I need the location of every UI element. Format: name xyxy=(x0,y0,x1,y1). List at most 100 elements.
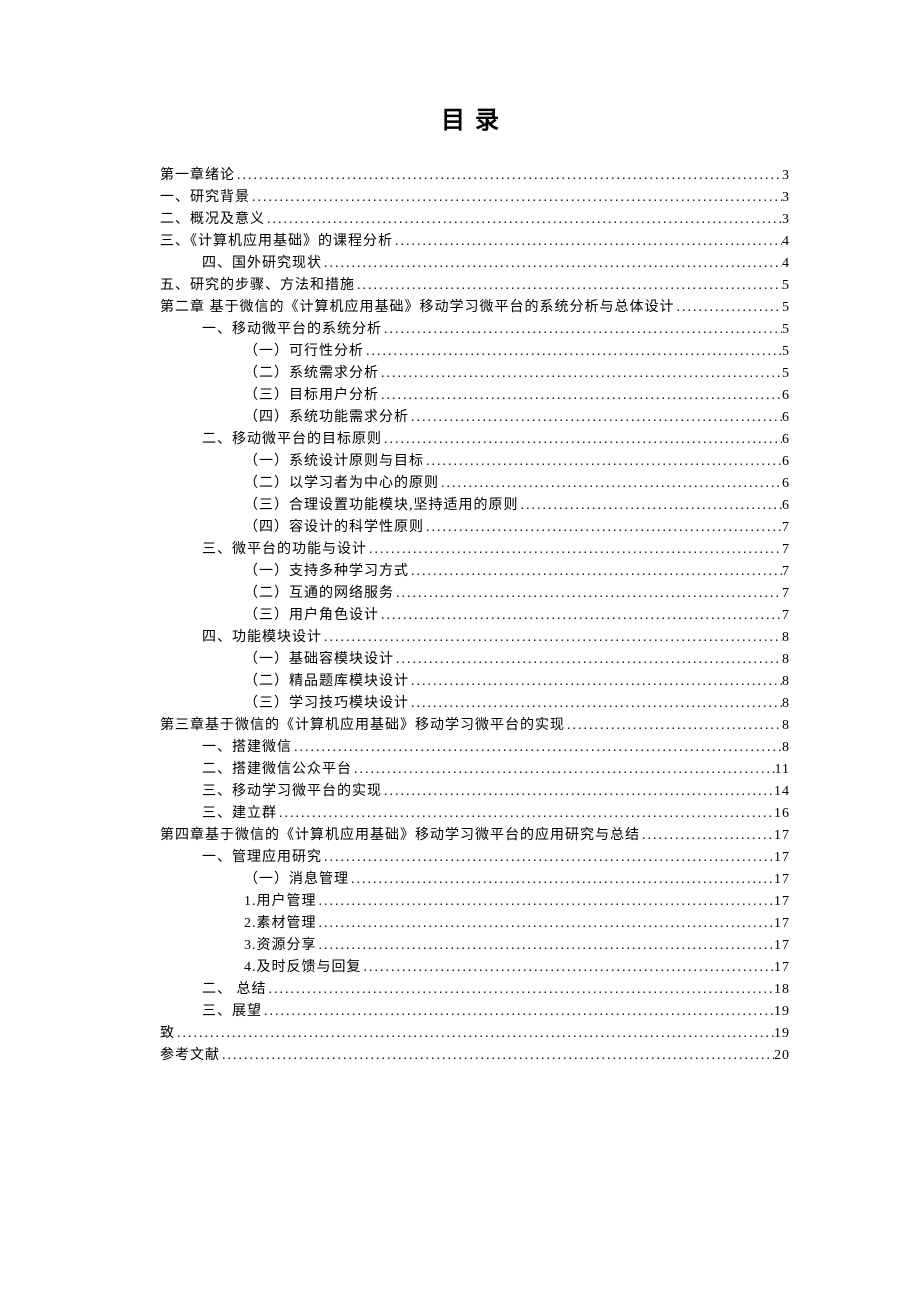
toc-entry: 一、移动微平台的系统分析5 xyxy=(160,319,790,341)
toc-entry: 三、微平台的功能与设计 7 xyxy=(160,539,790,561)
toc-entry-text: （三）目标用户分析 xyxy=(244,385,379,407)
toc-leader-dots xyxy=(409,693,782,715)
toc-entry: 4.及时反馈与回复 17 xyxy=(160,957,790,979)
toc-leader-dots xyxy=(409,561,782,583)
toc-entry: （一）基础容模块设计8 xyxy=(160,649,790,671)
toc-leader-dots xyxy=(267,979,775,1001)
toc-leader-dots xyxy=(382,781,774,803)
toc-leader-dots xyxy=(424,451,782,473)
toc-entry-page: 19 xyxy=(774,1023,790,1045)
toc-entry: 2.素材管理17 xyxy=(160,913,790,935)
toc-entry-text: （一）系统设计原则与目标 xyxy=(244,451,424,473)
toc-entry-text: 一、管理应用研究 xyxy=(202,847,322,869)
toc-entry-text: 一、研究背景 xyxy=(160,187,250,209)
toc-entry-page: 20 xyxy=(774,1045,790,1067)
toc-entry-text: （二）精品题库模块设计 xyxy=(244,671,409,693)
toc-entry-page: 8 xyxy=(782,627,790,649)
toc-entry-page: 17 xyxy=(774,869,790,891)
toc-entry-text: 二、移动微平台的目标原则 xyxy=(202,429,382,451)
toc-leader-dots xyxy=(393,231,782,253)
toc-entry: （一）系统设计原则与目标6 xyxy=(160,451,790,473)
table-of-contents: 第一章绪论3一、研究背景3二、概况及意义3三、《计算机应用基础》的课程分析4四、… xyxy=(160,165,790,1067)
toc-entry-page: 7 xyxy=(782,583,790,605)
toc-entry-text: （二）以学习者为中心的原则 xyxy=(244,473,439,495)
toc-leader-dots xyxy=(355,275,782,297)
toc-leader-dots xyxy=(675,297,783,319)
toc-entry-page: 17 xyxy=(774,957,790,979)
toc-entry: （三）用户角色设计7 xyxy=(160,605,790,627)
toc-entry-page: 17 xyxy=(774,847,790,869)
toc-entry: （三）合理设置功能模块,坚持适用的原则 6 xyxy=(160,495,790,517)
toc-leader-dots xyxy=(640,825,774,847)
toc-leader-dots xyxy=(519,495,783,517)
toc-entry-text: （三）合理设置功能模块,坚持适用的原则 xyxy=(244,495,519,517)
toc-entry-page: 5 xyxy=(782,297,790,319)
toc-leader-dots xyxy=(175,1023,774,1045)
toc-entry: 3.资源分享17 xyxy=(160,935,790,957)
toc-entry: 二、移动微平台的目标原则 6 xyxy=(160,429,790,451)
toc-entry-text: 1.用户管理 xyxy=(244,891,317,913)
toc-entry-text: 四、国外研究现状 xyxy=(202,253,322,275)
toc-entry: 三、移动学习微平台的实现14 xyxy=(160,781,790,803)
toc-leader-dots xyxy=(262,1001,774,1023)
toc-entry-page: 11 xyxy=(775,759,790,781)
toc-leader-dots xyxy=(409,671,782,693)
toc-entry-text: （二）互通的网络服务 xyxy=(244,583,394,605)
toc-entry-text: 4.及时反馈与回复 xyxy=(244,957,362,979)
toc-entry-text: （一）消息管理 xyxy=(244,869,349,891)
toc-leader-dots xyxy=(317,891,775,913)
toc-entry-page: 6 xyxy=(782,495,790,517)
toc-entry: （一）可行性分析5 xyxy=(160,341,790,363)
toc-entry-text: （二）系统需求分析 xyxy=(244,363,379,385)
toc-entry: （二）精品题库模块设计8 xyxy=(160,671,790,693)
toc-entry: 四、国外研究现状4 xyxy=(160,253,790,275)
toc-entry-text: （四）容设计的科学性原则 xyxy=(244,517,424,539)
toc-leader-dots xyxy=(220,1045,774,1067)
toc-title: 目录 xyxy=(160,100,790,135)
toc-entry: （一）支持多种学习方式7 xyxy=(160,561,790,583)
toc-entry-page: 17 xyxy=(774,935,790,957)
toc-leader-dots xyxy=(317,935,775,957)
toc-entry-page: 7 xyxy=(782,539,790,561)
toc-leader-dots xyxy=(362,957,775,979)
toc-entry-text: 第一章绪论 xyxy=(160,165,235,187)
toc-entry-text: 五、研究的步骤、方法和措施 xyxy=(160,275,355,297)
toc-leader-dots xyxy=(235,165,782,187)
toc-entry: 第三章基于微信的《计算机应用基础》移动学习微平台的实现8 xyxy=(160,715,790,737)
toc-entry-text: 三、移动学习微平台的实现 xyxy=(202,781,382,803)
toc-entry-text: 第二章 基于微信的《计算机应用基础》移动学习微平台的系统分析与总体设计 xyxy=(160,297,675,319)
toc-entry-page: 17 xyxy=(774,913,790,935)
toc-entry-text: 第四章基于微信的《计算机应用基础》移动学习微平台的应用研究与总结 xyxy=(160,825,640,847)
toc-entry-text: 二、概况及意义 xyxy=(160,209,265,231)
toc-leader-dots xyxy=(379,385,782,407)
toc-entry-page: 4 xyxy=(782,231,790,253)
toc-entry-page: 6 xyxy=(782,473,790,495)
toc-entry-page: 5 xyxy=(782,363,790,385)
document-page: 目录 第一章绪论3一、研究背景3二、概况及意义3三、《计算机应用基础》的课程分析… xyxy=(0,0,920,1067)
toc-leader-dots xyxy=(565,715,782,737)
toc-leader-dots xyxy=(424,517,782,539)
toc-leader-dots xyxy=(265,209,782,231)
toc-entry-text: 第三章基于微信的《计算机应用基础》移动学习微平台的实现 xyxy=(160,715,565,737)
toc-entry-page: 6 xyxy=(782,385,790,407)
toc-entry: 参考文献 20 xyxy=(160,1045,790,1067)
toc-leader-dots xyxy=(394,649,782,671)
toc-entry: 三、《计算机应用基础》的课程分析 4 xyxy=(160,231,790,253)
toc-entry-text: 一、移动微平台的系统分析 xyxy=(202,319,382,341)
toc-entry-page: 6 xyxy=(782,429,790,451)
toc-entry-page: 3 xyxy=(782,165,790,187)
toc-leader-dots xyxy=(394,583,782,605)
toc-entry: （三）学习技巧模块设计8 xyxy=(160,693,790,715)
toc-entry-text: （一）基础容模块设计 xyxy=(244,649,394,671)
toc-leader-dots xyxy=(364,341,782,363)
toc-entry: （三）目标用户分析 6 xyxy=(160,385,790,407)
toc-entry-page: 5 xyxy=(782,275,790,297)
toc-entry-text: 三、微平台的功能与设计 xyxy=(202,539,367,561)
toc-entry: 第四章基于微信的《计算机应用基础》移动学习微平台的应用研究与总结17 xyxy=(160,825,790,847)
toc-entry-text: （一）可行性分析 xyxy=(244,341,364,363)
toc-entry-text: 三、《计算机应用基础》的课程分析 xyxy=(160,231,393,253)
toc-entry-page: 8 xyxy=(782,737,790,759)
toc-entry: 三、建立群16 xyxy=(160,803,790,825)
toc-entry-text: 致 xyxy=(160,1023,175,1045)
toc-entry-text: 参考文献 xyxy=(160,1045,220,1067)
